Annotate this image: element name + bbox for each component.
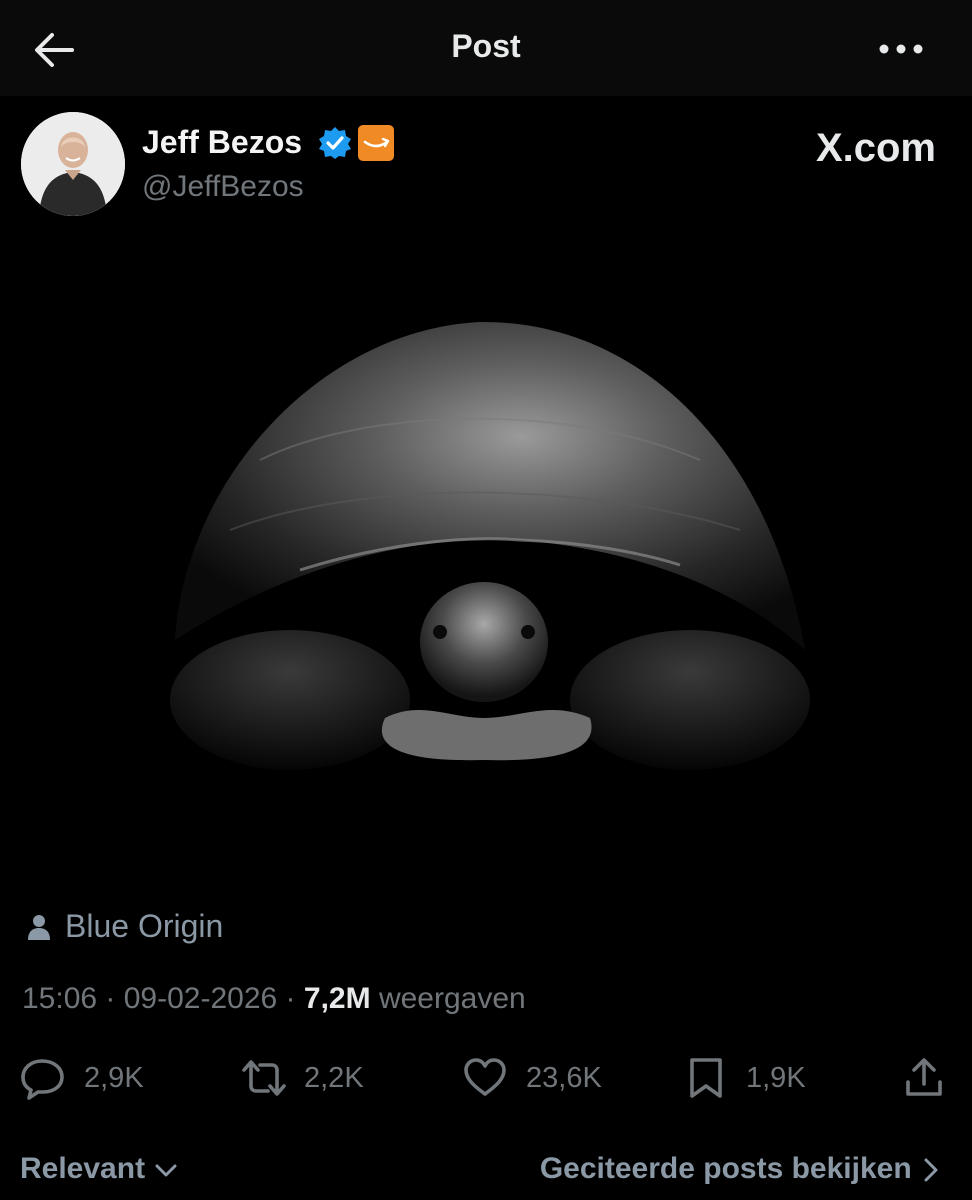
quote-posts-label: Geciteerde posts bekijken [539,1152,912,1185]
repost-button[interactable]: 2,2K [240,1056,380,1100]
heart-icon [464,1058,506,1096]
like-count: 23,6K [526,1062,602,1094]
sort-label: Relevant [20,1152,146,1185]
views-label: weergaven [378,982,526,1015]
location-label: Blue Origin [65,908,224,944]
author-handle[interactable]: @JeffBezos [142,170,304,204]
page-title: Post [451,28,521,64]
tortoise-photo [0,230,972,890]
verified-icon [319,127,351,159]
top-bar: Post [0,0,972,96]
meta-separator: · [277,982,304,1015]
meta-separator: · [97,982,124,1015]
bookmark-count: 1,9K [746,1062,806,1094]
quote-posts-link[interactable]: Geciteerde posts bekijken [540,1152,942,1186]
repost-count: 2,2K [304,1062,364,1094]
like-button[interactable]: 23,6K [462,1056,612,1100]
share-icon [906,1058,942,1096]
bookmark-icon [690,1058,722,1098]
post-date: 09-02-2026 [123,982,278,1015]
affiliate-badge[interactable] [358,125,394,161]
author-name[interactable]: Jeff Bezos [142,124,302,161]
more-icon [879,44,923,54]
post-meta: 15:06 · 09-02-2026 · 7,2M weergaven [22,982,526,1016]
person-icon [28,915,50,940]
chevron-down-icon [155,1164,177,1177]
avatar[interactable] [21,112,125,216]
share-button[interactable] [902,1056,946,1100]
reply-button[interactable]: 2,9K [20,1056,160,1100]
avatar-image [21,112,125,216]
reply-icon [21,1059,64,1100]
reply-count: 2,9K [84,1062,144,1094]
bookmark-button[interactable]: 1,9K [686,1056,816,1100]
repost-icon [242,1060,286,1096]
post-image[interactable] [0,230,972,890]
views-count[interactable]: 7,2M [304,982,371,1015]
amazon-smile-icon [363,137,390,148]
sort-dropdown[interactable]: Relevant [20,1152,179,1186]
more-options-button[interactable] [876,38,926,60]
watermark: X.com [815,126,936,170]
chevron-right-icon [924,1158,938,1182]
post-time: 15:06 [22,982,98,1015]
